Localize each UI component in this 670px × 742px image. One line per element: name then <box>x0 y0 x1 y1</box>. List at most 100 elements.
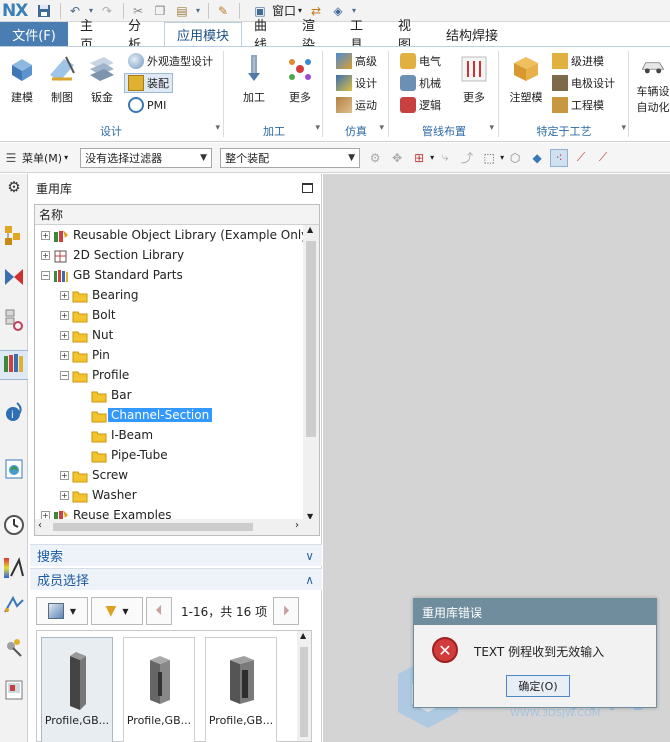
tree-item[interactable]: + Washer <box>35 486 303 506</box>
paste-icon[interactable]: ▤ <box>172 2 192 20</box>
collapse-icon[interactable]: − <box>60 371 69 380</box>
chevron-down-icon[interactable]: ▾ <box>315 123 320 133</box>
expand-icon[interactable]: + <box>41 231 50 240</box>
motion-button[interactable]: 运动 <box>336 95 377 115</box>
solid-select-icon[interactable]: ◆ <box>528 149 546 167</box>
expand-icon[interactable]: + <box>60 291 69 300</box>
mechanical-routing-button[interactable]: 机械 <box>400 73 441 93</box>
chevron-right-icon[interactable]: › <box>295 520 299 531</box>
chevron-down-icon[interactable]: ▾ <box>500 153 504 162</box>
drafting-button[interactable]: 制图 <box>42 51 82 115</box>
save-icon[interactable] <box>34 2 54 20</box>
reuse-library-icon[interactable] <box>0 350 28 380</box>
constraint-navigator-icon[interactable] <box>0 266 28 288</box>
maximize-icon[interactable] <box>302 183 313 193</box>
file-menu-tab[interactable]: 文件(F) <box>0 22 68 46</box>
assembly-button[interactable]: 装配 <box>124 73 173 93</box>
copy-icon[interactable]: ❐ <box>150 2 170 20</box>
member-card[interactable]: Profile,GB... <box>123 637 195 742</box>
chevron-down-icon[interactable]: ▾ <box>621 123 626 133</box>
selection-scope-select[interactable]: 整个装配 ▼ <box>220 147 361 168</box>
general-selection-icon[interactable]: ⚙ <box>366 149 384 167</box>
tab-tools[interactable]: 工具 <box>338 19 386 53</box>
sheetmetal-button[interactable]: 钣金 <box>82 51 122 115</box>
routing-more-button[interactable]: 更多 <box>454 51 494 115</box>
tree-item[interactable]: Pipe-Tube <box>35 446 303 466</box>
tab-curve[interactable]: 曲线 <box>242 19 290 53</box>
roles-icon[interactable] <box>0 636 28 658</box>
modeling-button[interactable]: 建模 <box>2 51 42 115</box>
electrical-routing-button[interactable]: 电气 <box>400 51 441 71</box>
expand-icon[interactable]: + <box>60 351 69 360</box>
ok-button[interactable]: 确定(O) <box>506 675 570 697</box>
point-on-curve-icon[interactable]: ⁖ <box>550 148 569 167</box>
collapse-icon[interactable]: − <box>41 271 50 280</box>
member-select-section-header[interactable]: 成员选择 ∧ <box>30 568 322 590</box>
chevron-up-icon[interactable]: ▲ <box>300 631 306 640</box>
gallery-scrollbar[interactable]: ▲ <box>297 631 311 741</box>
tree-item[interactable]: + Bearing <box>35 286 303 306</box>
scrollbar-thumb[interactable] <box>53 523 253 531</box>
part-navigator-icon[interactable] <box>0 308 28 332</box>
repeat-command-icon[interactable]: ✎ <box>213 2 233 20</box>
type-filter-select[interactable]: 没有选择过滤器 ▼ <box>80 147 213 168</box>
chevron-left-icon[interactable]: ‹ <box>38 520 42 531</box>
tree-column-header[interactable]: 名称 <box>35 205 319 225</box>
logical-routing-button[interactable]: 逻辑 <box>400 95 441 115</box>
tree-item[interactable]: + Screw <box>35 466 303 486</box>
angle-snap-icon[interactable]: ⟋ <box>594 149 612 167</box>
chevron-up-icon[interactable]: ▲ <box>307 225 313 234</box>
tree-item[interactable]: +2D Section Library <box>35 246 303 266</box>
palette-icon[interactable] <box>0 678 28 702</box>
face-rule-icon[interactable]: ⤴ <box>458 149 476 167</box>
hd3d-tools-icon[interactable]: i <box>0 400 28 424</box>
chevron-down-icon[interactable]: ▾ <box>215 123 220 133</box>
tree-item[interactable]: Bar <box>35 386 303 406</box>
tree-item[interactable]: − GB Standard Parts <box>35 266 303 286</box>
tree-item[interactable]: + Reusable Object Library (Example Only) <box>35 226 313 246</box>
tab-structure-weld[interactable]: 结构焊接 <box>434 22 510 46</box>
chevron-down-icon[interactable]: ▾ <box>430 153 434 162</box>
progressive-die-button[interactable]: 级进模 <box>552 51 604 71</box>
tree-horizontal-scrollbar[interactable]: ‹ › <box>35 519 319 535</box>
view-mode-button[interactable]: ▼ <box>36 597 88 625</box>
tree-item[interactable]: I-Beam <box>35 426 303 446</box>
tab-analysis[interactable]: 分析 <box>116 19 164 53</box>
electrode-design-button[interactable]: 电极设计 <box>552 73 615 93</box>
history-icon[interactable] <box>0 514 28 536</box>
tab-render[interactable]: 渲染 <box>290 19 338 53</box>
previous-page-button[interactable]: ⏴ <box>146 597 172 625</box>
scrollbar-thumb[interactable] <box>300 647 308 737</box>
tab-home[interactable]: 主页 <box>68 19 116 53</box>
expand-icon[interactable]: + <box>60 471 69 480</box>
system-materials-icon[interactable] <box>0 556 28 580</box>
expand-icon[interactable]: + <box>41 251 50 260</box>
expand-icon[interactable]: + <box>60 311 69 320</box>
touch-mode-icon[interactable]: ◈ <box>328 2 348 20</box>
line-snap-icon[interactable]: ⟋ <box>572 149 590 167</box>
expand-icon[interactable]: + <box>60 491 69 500</box>
tree-item[interactable]: + Nut <box>35 326 303 346</box>
member-card[interactable]: Profile,GB... <box>205 637 277 742</box>
tree-item[interactable]: + Pin <box>35 346 303 366</box>
body-select-icon[interactable]: ⬡ <box>506 149 524 167</box>
scrollbar-thumb[interactable] <box>306 241 316 437</box>
chevron-down-icon[interactable]: ▾ <box>489 123 494 133</box>
advanced-simulation-button[interactable]: 高级 <box>336 51 377 71</box>
pmi-button[interactable]: PMI <box>128 95 166 115</box>
filter-button[interactable]: ▼ ▼ <box>91 597 143 625</box>
shape-studio-button[interactable]: 外观造型设计 <box>128 51 213 71</box>
expand-icon[interactable]: + <box>60 331 69 340</box>
chevron-down-icon[interactable]: ▾ <box>379 123 384 133</box>
feature-selection-icon[interactable]: ✥ <box>388 149 406 167</box>
snap-point-icon[interactable]: ⊞ <box>410 149 428 167</box>
manufacturing-button[interactable]: 加工 <box>234 51 274 115</box>
tree-item[interactable]: − Profile <box>35 366 303 386</box>
curve-rule-icon[interactable]: ⤷ <box>436 149 454 167</box>
settings-icon[interactable]: ⚙ <box>0 178 28 196</box>
tree-vertical-scrollbar[interactable]: ▲ ▼ <box>303 225 319 521</box>
tooling-button[interactable]: 工程模 <box>552 95 604 115</box>
vehicle-design-button[interactable]: 车辆设 自动化 <box>636 51 670 115</box>
member-card[interactable]: Profile,GB... <box>41 637 113 742</box>
tab-application[interactable]: 应用模块 <box>164 22 242 46</box>
